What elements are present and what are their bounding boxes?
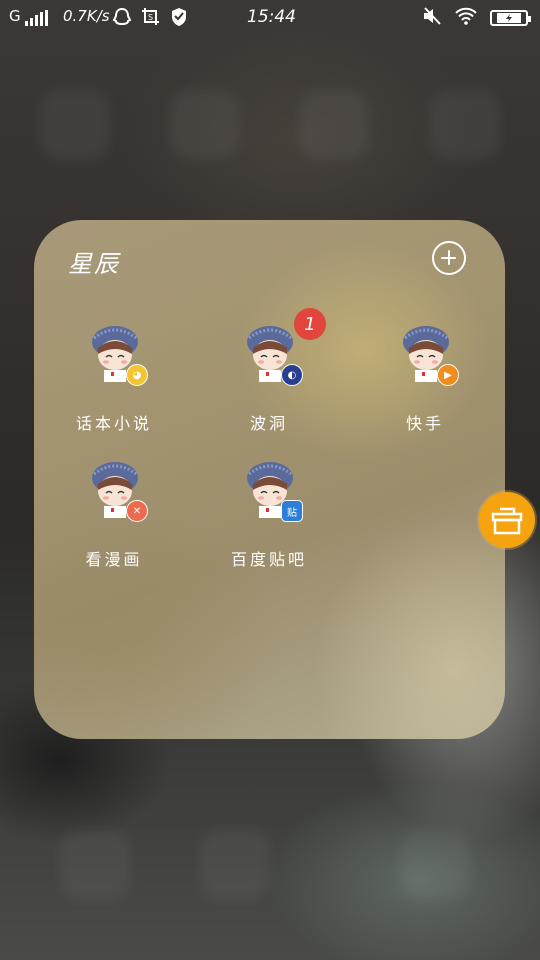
app-label: 看漫画	[85, 550, 143, 569]
battery-charging-icon	[490, 10, 531, 26]
notification-badge: 1	[294, 308, 326, 340]
app-label: 快手	[405, 414, 444, 433]
bodong-mini-icon: ◐	[281, 364, 303, 386]
toolbox-icon	[491, 507, 523, 535]
app-label: 百度贴吧	[230, 550, 307, 569]
network-type: G	[9, 7, 21, 25]
plus-circle-icon[interactable]	[432, 241, 466, 275]
status-bar: G 0.7K/s S 15:44	[0, 0, 540, 34]
screenshot-icon: S	[141, 7, 161, 27]
kanmanhua-mini-icon: ✕	[126, 500, 148, 522]
app-label: 波洞	[249, 414, 288, 433]
app-label: 话本小说	[75, 414, 152, 433]
tieba-mini-icon: 贴	[281, 500, 303, 522]
app-huaben-xiaoshuo[interactable]: ◕ 话本小说	[54, 324, 174, 444]
app-bodong[interactable]: ◐ 1 波洞	[209, 308, 329, 444]
wifi-icon	[454, 7, 478, 29]
svg-text:S: S	[148, 13, 153, 22]
network-speed: 0.7K/s	[63, 7, 110, 25]
floating-toolbox-button[interactable]	[479, 492, 535, 548]
clock: 15:44	[247, 7, 296, 27]
qq-icon	[112, 7, 132, 27]
mute-icon	[422, 7, 442, 29]
vpn-shield-icon	[170, 7, 188, 27]
signal-icon	[25, 10, 48, 26]
huaben-mini-icon: ◕	[126, 364, 148, 386]
folder-title[interactable]: 星辰	[68, 244, 120, 279]
app-kuaishou[interactable]: ▶ 快手	[365, 324, 485, 444]
app-kan-manhua[interactable]: ✕ 看漫画	[54, 460, 174, 580]
app-baidu-tieba[interactable]: 贴 百度贴吧	[209, 460, 329, 580]
app-folder: 星辰 ◕ 话本小说 ◐ 1 波洞 ▶ 快手 ✕ 看漫画 贴 百度贴吧	[34, 220, 505, 739]
kuaishou-mini-icon: ▶	[437, 364, 459, 386]
